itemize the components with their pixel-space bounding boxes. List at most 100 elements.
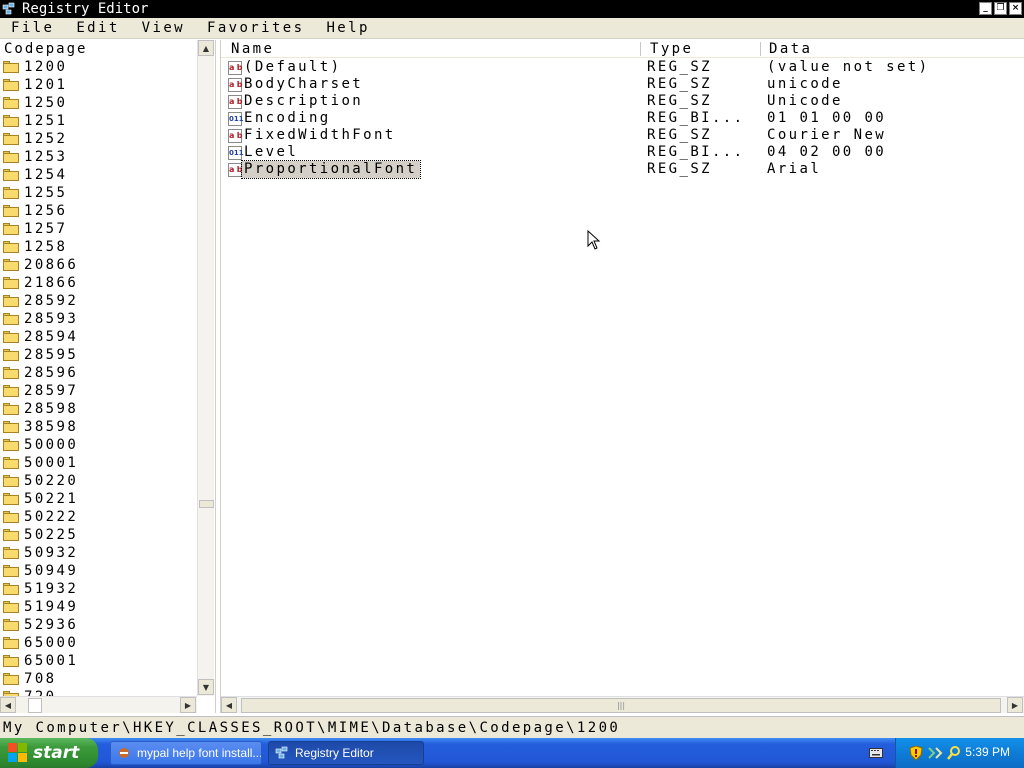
scroll-left-arrow-icon[interactable]: ◀ (0, 697, 16, 713)
taskbar-button-mypal[interactable]: mypal help font install... (110, 741, 262, 765)
column-header-data[interactable]: Data (769, 40, 812, 58)
tree-item[interactable]: 50949 (0, 562, 196, 580)
tree-item[interactable]: 38598 (0, 418, 196, 436)
tree-item[interactable]: 1250 (0, 94, 196, 112)
tree-vertical-scrollbar[interactable]: ▲ ▼ (197, 40, 214, 696)
tree-item[interactable]: 50221 (0, 490, 196, 508)
key-tree-pane[interactable]: Codepage 1200 1201 1250 1251 1252 1253 1254 125… (0, 40, 216, 713)
value-row[interactable]: ab FixedWidthFont REG_SZ Courier New (221, 127, 1024, 144)
value-name-cell[interactable]: 011 Level (228, 144, 301, 161)
tree-item[interactable]: 50001 (0, 454, 196, 472)
tree-item[interactable]: 50220 (0, 472, 196, 490)
network-icon[interactable] (927, 745, 943, 761)
tree-item[interactable]: 21866 (0, 274, 196, 292)
window-title-bar[interactable]: Registry Editor _ ❐ × (0, 0, 1024, 18)
minimize-button[interactable]: _ (979, 2, 992, 15)
value-type: REG_SZ (647, 76, 712, 92)
tree-item[interactable]: 1255 (0, 184, 196, 202)
tree-item[interactable]: 1258 (0, 238, 196, 256)
tree-item[interactable]: 1252 (0, 130, 196, 148)
menu-help[interactable]: Help (315, 18, 380, 39)
tree-item-label: 28598 (24, 401, 79, 417)
tree-item-label: 21866 (24, 275, 79, 291)
column-divider[interactable] (640, 42, 641, 56)
tree-item[interactable]: 708 (0, 670, 196, 688)
tree-item[interactable]: 28592 (0, 292, 196, 310)
tree-item[interactable]: 20866 (0, 256, 196, 274)
tree-item[interactable]: 51949 (0, 598, 196, 616)
value-row[interactable]: 011 Level REG_BI... 04 02 00 00 (221, 144, 1024, 161)
taskbar-button-registry-editor[interactable]: Registry Editor (268, 741, 424, 765)
value-name-cell[interactable]: ab (Default) (228, 59, 344, 76)
tree-horizontal-scrollbar[interactable]: ◀ ▶ (0, 696, 197, 713)
tree-item[interactable]: 1251 (0, 112, 196, 130)
tree-item[interactable]: 1254 (0, 166, 196, 184)
tree-item[interactable]: 28593 (0, 310, 196, 328)
scroll-right-arrow-icon[interactable]: ▶ (1007, 697, 1023, 713)
tree-item[interactable]: 1200 (0, 58, 196, 76)
mouse-cursor-icon (587, 230, 601, 250)
column-header-type[interactable]: Type (650, 40, 693, 58)
menu-view[interactable]: View (131, 18, 196, 39)
start-button[interactable]: start (0, 738, 98, 768)
tree-item[interactable]: 65001 (0, 652, 196, 670)
tree-item[interactable]: 28597 (0, 382, 196, 400)
restore-button[interactable]: ❐ (994, 2, 1007, 15)
tree-item[interactable]: 1256 (0, 202, 196, 220)
list-horizontal-scrollbar[interactable]: ◀ ||| ▶ (221, 696, 1024, 713)
value-name-cell[interactable]: 011 Encoding (228, 110, 334, 127)
tree-current-key[interactable]: Codepage (4, 41, 87, 57)
tree-item[interactable]: 28596 (0, 364, 196, 382)
value-row[interactable]: ab ProportionalFont REG_SZ Arial (221, 160, 1024, 179)
tree-vertical-scroll-thumb[interactable] (199, 500, 214, 508)
column-divider[interactable] (760, 42, 761, 56)
value-row[interactable]: ab Description REG_SZ Unicode (221, 93, 1024, 110)
tree-item-label: 28596 (24, 365, 79, 381)
scroll-down-arrow-icon[interactable]: ▼ (198, 679, 214, 695)
value-name-cell[interactable]: ab FixedWidthFont (228, 127, 399, 144)
scroll-left-arrow-icon[interactable]: ◀ (221, 697, 237, 713)
tree-item[interactable]: 28598 (0, 400, 196, 418)
value-row[interactable]: ab (Default) REG_SZ (value not set) (221, 59, 1024, 76)
scroll-up-arrow-icon[interactable]: ▲ (198, 40, 214, 56)
value-row[interactable]: ab BodyCharset REG_SZ unicode (221, 76, 1024, 93)
tree-item-label: 1257 (24, 221, 68, 237)
list-horizontal-scroll-thumb[interactable]: ||| (241, 698, 1001, 713)
tree-horizontal-scroll-thumb[interactable] (28, 698, 42, 713)
security-shield-icon[interactable] (908, 745, 924, 761)
tree-item[interactable]: 28594 (0, 328, 196, 346)
tree-item[interactable]: 50000 (0, 436, 196, 454)
clock[interactable]: 5:39 PM (965, 745, 1010, 759)
tree-item[interactable]: 1257 (0, 220, 196, 238)
close-button[interactable]: × (1009, 2, 1022, 15)
menu-edit[interactable]: Edit (65, 18, 130, 39)
value-name-cell[interactable]: ab ProportionalFont (228, 160, 422, 179)
value-name-cell[interactable]: ab BodyCharset (228, 76, 366, 93)
keyboard-icon[interactable] (868, 746, 884, 760)
tree-item[interactable]: 65000 (0, 634, 196, 652)
tree-item-label: 50221 (24, 491, 79, 507)
value-row[interactable]: 011 Encoding REG_BI... 01 01 00 00 (221, 110, 1024, 127)
tree-item[interactable]: 1201 (0, 76, 196, 94)
value-type: REG_SZ (647, 161, 712, 177)
tree-item[interactable]: 50225 (0, 526, 196, 544)
column-header-name[interactable]: Name (231, 40, 274, 58)
tree-item[interactable]: 51932 (0, 580, 196, 598)
tree-item[interactable]: 52936 (0, 616, 196, 634)
tree-item-label: 1252 (24, 131, 68, 147)
menu-favorites[interactable]: Favorites (196, 18, 315, 39)
folder-icon (3, 673, 19, 685)
tree-item[interactable]: 1253 (0, 148, 196, 166)
scroll-right-arrow-icon[interactable]: ▶ (180, 697, 196, 713)
menu-file[interactable]: File (0, 18, 65, 39)
values-list-pane[interactable]: Name Type Data ab (Default) REG_SZ (value n… (220, 40, 1024, 713)
windows-logo-icon (8, 743, 28, 763)
tree-item[interactable]: 28595 (0, 346, 196, 364)
value-name-cell[interactable]: ab Description (228, 93, 366, 110)
folder-icon (3, 187, 19, 199)
folder-icon (3, 475, 19, 487)
search-icon[interactable] (946, 745, 962, 761)
tree-item[interactable]: 50222 (0, 508, 196, 526)
tree-item-label: 1200 (24, 59, 68, 75)
tree-item[interactable]: 50932 (0, 544, 196, 562)
